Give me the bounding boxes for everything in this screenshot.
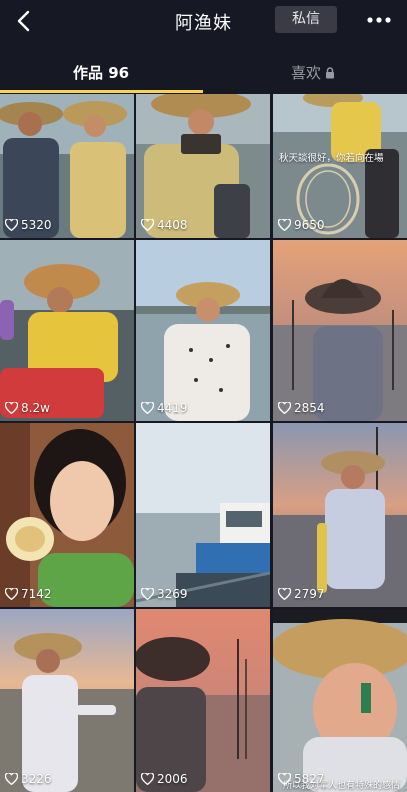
like-count: 7142 bbox=[5, 587, 52, 601]
heart-icon bbox=[278, 402, 291, 414]
like-count-value: 2797 bbox=[294, 587, 325, 601]
video-thumbnail[interactable]: 3269 bbox=[136, 423, 270, 607]
thumbnail-image bbox=[273, 94, 407, 238]
like-count: 2797 bbox=[278, 587, 325, 601]
tab-likes-label: 喜欢 bbox=[291, 64, 322, 82]
heart-icon bbox=[5, 773, 18, 785]
active-tab-indicator bbox=[0, 90, 203, 93]
video-thumbnail[interactable]: 7142 bbox=[0, 423, 134, 607]
more-dots-icon[interactable] bbox=[365, 10, 393, 30]
heart-icon bbox=[5, 402, 18, 414]
like-count: 8.2w bbox=[5, 401, 50, 415]
thumbnail-image bbox=[0, 423, 134, 607]
lock-icon bbox=[326, 67, 335, 79]
like-count: 5320 bbox=[5, 218, 52, 232]
like-count-value: 5827 bbox=[294, 772, 325, 786]
thumbnail-image bbox=[0, 94, 134, 238]
profile-title: 阿渔妹 bbox=[175, 13, 232, 34]
tab-likes[interactable]: 喜欢 bbox=[291, 62, 335, 83]
video-thumbnail[interactable]: 8.2w bbox=[0, 240, 134, 421]
video-thumbnail[interactable]: 2854 bbox=[273, 240, 407, 421]
heart-icon bbox=[278, 588, 291, 600]
heart-icon bbox=[141, 588, 154, 600]
like-count-value: 3269 bbox=[157, 587, 188, 601]
back-arrow-icon[interactable] bbox=[12, 8, 38, 34]
profile-tabs: 作品 96 喜欢 bbox=[0, 42, 407, 94]
heart-icon bbox=[141, 773, 154, 785]
video-grid: 5320 4408 秋天談很好，你若向在場 9650 8.2w 4419 285… bbox=[0, 94, 407, 792]
thumbnail-image bbox=[136, 423, 270, 607]
video-thumbnail[interactable]: 秋天談很好，你若向在場 9650 bbox=[273, 94, 407, 238]
video-thumbnail[interactable]: 4408 bbox=[136, 94, 270, 238]
like-count: 2854 bbox=[278, 401, 325, 415]
video-thumbnail[interactable]: 2006 bbox=[136, 609, 270, 792]
like-count: 5827 bbox=[278, 772, 325, 786]
thumbnail-image bbox=[136, 609, 270, 792]
heart-icon bbox=[141, 219, 154, 231]
heart-icon bbox=[141, 402, 154, 414]
tab-works[interactable]: 作品 96 bbox=[73, 62, 129, 83]
heart-icon bbox=[278, 219, 291, 231]
like-count: 9650 bbox=[278, 218, 325, 232]
like-count: 2006 bbox=[141, 772, 188, 786]
video-thumbnail[interactable]: 5320 bbox=[0, 94, 134, 238]
like-count-value: 5320 bbox=[21, 218, 52, 232]
like-count-value: 2006 bbox=[157, 772, 188, 786]
video-thumbnail[interactable]: 所以我对军人也有特殊的感情 5827 bbox=[273, 609, 407, 792]
heart-icon bbox=[5, 588, 18, 600]
like-count-value: 3226 bbox=[21, 772, 52, 786]
video-thumbnail[interactable]: 4419 bbox=[136, 240, 270, 421]
thumbnail-image bbox=[136, 94, 270, 238]
thumbnail-image bbox=[0, 240, 134, 421]
video-thumbnail[interactable]: 3226 bbox=[0, 609, 134, 792]
thumbnail-image bbox=[0, 609, 134, 792]
like-count-value: 8.2w bbox=[21, 401, 50, 415]
like-count-value: 4419 bbox=[157, 401, 188, 415]
private-message-button[interactable]: 私信 bbox=[275, 6, 337, 33]
heart-icon bbox=[278, 773, 291, 785]
like-count: 4419 bbox=[141, 401, 188, 415]
top-bar: 阿渔妹 私信 bbox=[0, 0, 407, 42]
video-caption: 秋天談很好，你若向在場 bbox=[279, 153, 384, 164]
thumbnail-image bbox=[136, 240, 270, 421]
heart-icon bbox=[5, 219, 18, 231]
like-count-value: 7142 bbox=[21, 587, 52, 601]
like-count-value: 4408 bbox=[157, 218, 188, 232]
like-count: 3226 bbox=[5, 772, 52, 786]
thumbnail-image bbox=[273, 423, 407, 607]
thumbnail-image bbox=[273, 609, 407, 792]
video-thumbnail[interactable]: 2797 bbox=[273, 423, 407, 607]
like-count-value: 9650 bbox=[294, 218, 325, 232]
like-count: 4408 bbox=[141, 218, 188, 232]
like-count: 3269 bbox=[141, 587, 188, 601]
like-count-value: 2854 bbox=[294, 401, 325, 415]
thumbnail-image bbox=[273, 240, 407, 421]
